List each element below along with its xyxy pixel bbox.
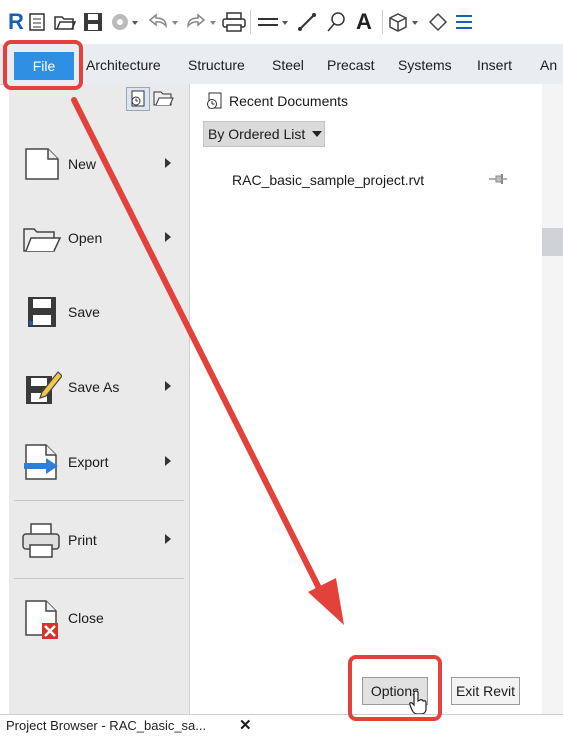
options-callout	[348, 655, 442, 721]
annotation-arrow	[71, 97, 344, 625]
file-tab-callout	[3, 40, 83, 90]
